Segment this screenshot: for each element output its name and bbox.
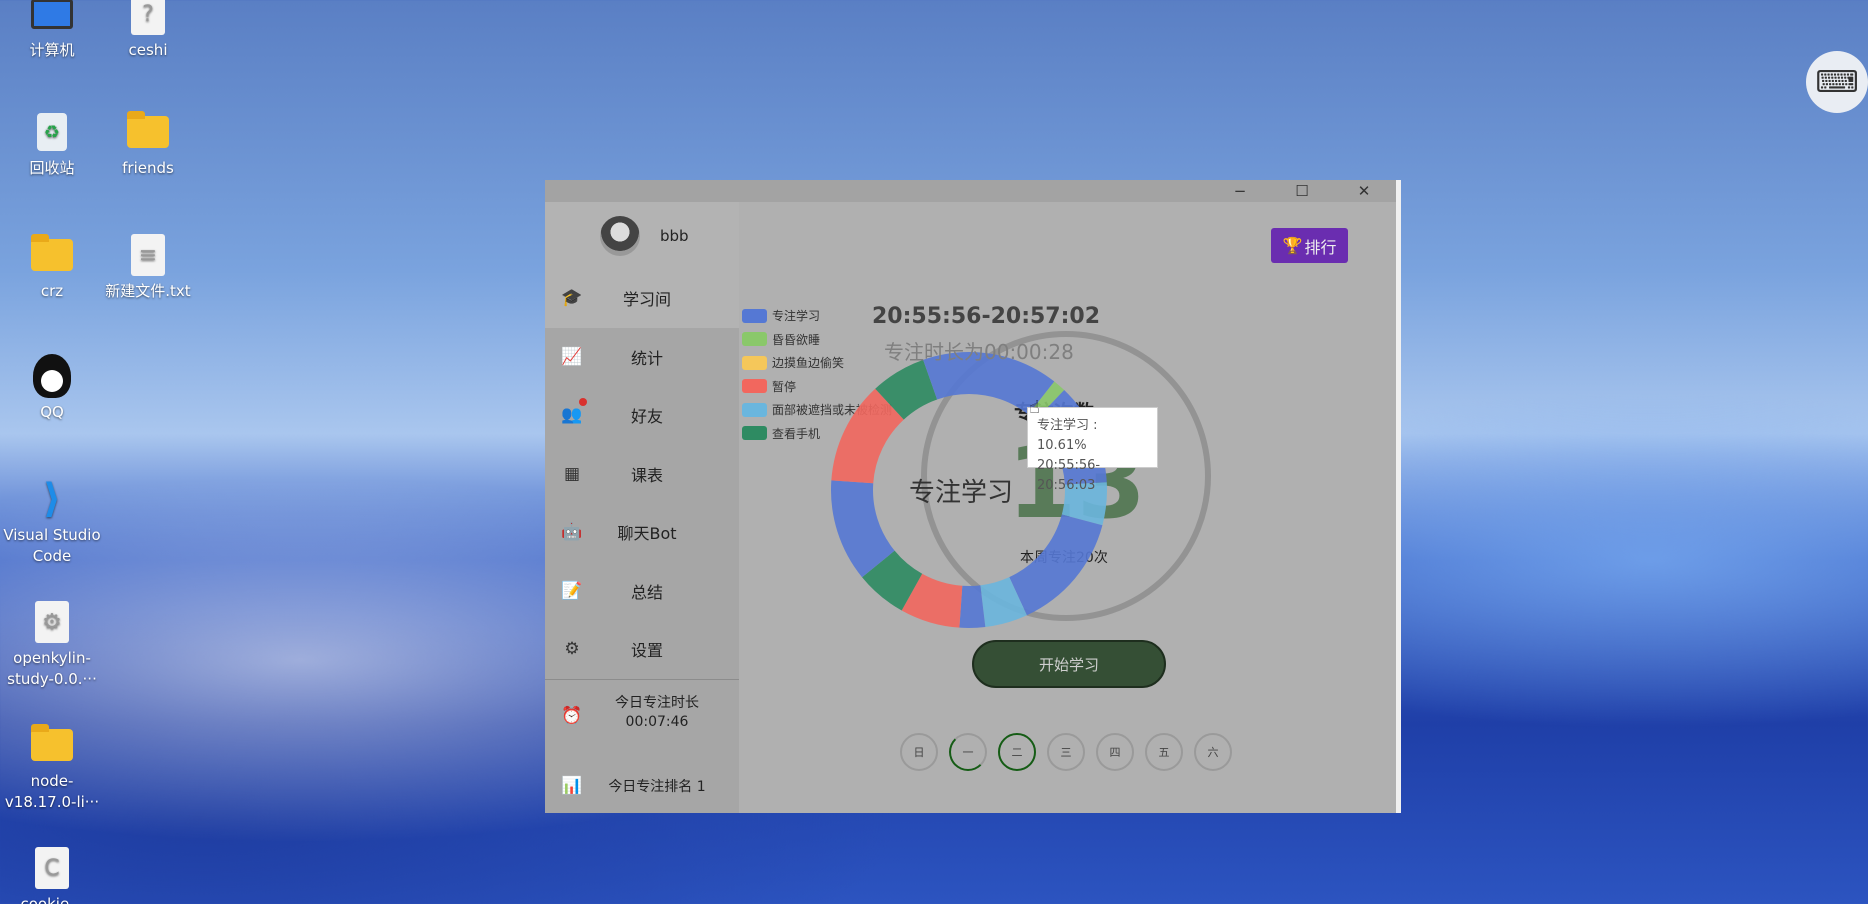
session-time-range: 20:55:56-20:57:02: [872, 304, 1101, 329]
desktop-icon-label: crz: [40, 282, 64, 300]
sidebar-item-timetable[interactable]: ▦ 课表: [545, 445, 739, 504]
legend-label: 昏昏欲睡: [772, 332, 821, 347]
desktop-icon-node[interactable]: node-v18.17.0-li···: [2, 723, 102, 813]
weekday-fri[interactable]: 五: [1145, 733, 1183, 771]
ranking-button[interactable]: 🏆 排行: [1271, 228, 1348, 263]
computer-icon: [31, 0, 73, 29]
today-focus-value: 00:07:46: [625, 714, 689, 730]
vscode-icon: ⟩: [42, 476, 62, 522]
desktop-icon-label: Visual Studio Code: [3, 526, 101, 565]
donut-segment[interactable]: [1009, 514, 1103, 616]
legend-swatch: [742, 332, 767, 347]
tooltip-line-2: 20:55:56-20:56:03: [1037, 458, 1101, 493]
legend-label: 专注学习: [772, 309, 821, 324]
chart-icon: 📈: [561, 346, 583, 367]
weekday-sun[interactable]: 日: [900, 733, 938, 771]
close-button[interactable]: ✕: [1334, 180, 1394, 202]
sidebar-item-summary[interactable]: 📝 总结: [545, 562, 739, 621]
legend-swatch: [742, 355, 767, 370]
bar-chart-icon: 📊: [561, 776, 583, 796]
sidebar-item-statistics[interactable]: 📈 统计: [545, 328, 739, 387]
desktop-icon-qq[interactable]: QQ: [2, 354, 102, 423]
legend-swatch: [742, 379, 767, 394]
desktop-icon-openkylin-study[interactable]: ⚙ openkylin-study-0.0.···: [2, 600, 102, 690]
legend-swatch: [742, 426, 767, 441]
desktop-icon-label: ceshi: [128, 41, 168, 59]
graduation-cap-icon: 🎓: [561, 288, 583, 309]
folder-icon: [31, 724, 73, 761]
legend-item[interactable]: 昏昏欲睡: [742, 328, 892, 352]
trophy-icon: 🏆: [1282, 236, 1303, 255]
recycle-bin-icon: ♻: [37, 113, 67, 151]
window-titlebar[interactable]: − ☐ ✕: [545, 180, 1401, 202]
today-focus-rank: 📊 今日专注排名 1: [545, 768, 739, 804]
tooltip-line-1: 专注学习 : 10.61%: [1037, 418, 1098, 453]
today-focus-time: ⏰ 今日专注时长 00:07:46: [545, 694, 739, 744]
desktop-icon-recycle-bin[interactable]: ♻ 回收站: [2, 110, 102, 179]
username: bbb: [660, 226, 689, 245]
keyboard-icon: ⌨: [1815, 64, 1859, 100]
timetable-icon: ▦: [563, 463, 581, 484]
user-profile[interactable]: bbb: [545, 202, 739, 269]
minimize-button[interactable]: −: [1210, 180, 1270, 202]
maximize-button[interactable]: ☐: [1272, 180, 1332, 202]
weekday-wed[interactable]: 三: [1047, 733, 1085, 771]
robot-icon: 🤖: [561, 522, 583, 543]
ranking-button-label: 排行: [1304, 237, 1337, 257]
desktop-icon-label: friends: [122, 159, 174, 177]
sidebar-item-friends[interactable]: 👥 好友: [545, 386, 739, 445]
virtual-keyboard-button[interactable]: ⌨: [1806, 51, 1868, 113]
qq-penguin-icon: [33, 354, 71, 398]
weekday-thu[interactable]: 四: [1096, 733, 1134, 771]
session-duration: 专注时长为00:00:28: [884, 340, 1074, 364]
desktop-icon-label: node-v18.17.0-li···: [4, 772, 100, 811]
today-focus-label: 今日专注时长: [615, 695, 699, 711]
alarm-clock-icon: ⏰: [561, 706, 583, 726]
sidebar: bbb 🎓 学习间 📈 统计 👥 好友 ▦ 课表 🤖 聊天Bot 📝 总结 ⚙: [545, 202, 739, 813]
desktop-icon-vscode[interactable]: ⟩ Visual Studio Code: [2, 477, 102, 567]
legend-label: 暂停: [772, 379, 797, 394]
avatar[interactable]: [600, 215, 640, 256]
desktop-icon-label: openkylin-study-0.0.···: [7, 649, 97, 688]
desktop-icon-ceshi[interactable]: ? ceshi: [98, 0, 198, 61]
sidebar-item-settings[interactable]: ⚙ 设置: [545, 620, 739, 679]
chart-tooltip: 专注学习 : 10.61% 20:55:56-20:56:03: [1027, 407, 1158, 493]
c-file-icon: C: [35, 847, 69, 889]
users-icon: 👥: [561, 405, 583, 426]
desktop-icon-label: cookie...: [20, 895, 84, 904]
legend-label: 查看手机: [772, 426, 821, 441]
desktop-icon-computer[interactable]: 计算机: [2, 0, 102, 61]
desktop-icon-label: QQ: [40, 403, 64, 421]
window-edge: [1396, 180, 1401, 813]
text-file-icon: ≡: [131, 234, 165, 276]
desktop-icon-friends[interactable]: friends: [98, 110, 198, 179]
sidebar-item-chatbot[interactable]: 🤖 聊天Bot: [545, 503, 739, 562]
gear-icon: ⚙: [564, 639, 580, 660]
hand-cursor-icon: ☝: [1029, 397, 1040, 418]
main-panel: 🏆 排行 专注学习昏昏欲睡边摸鱼边偷笑暂停面部被遮挡或未被检测查看手机 13 专…: [739, 202, 1401, 813]
folder-icon: [127, 111, 169, 148]
desktop-icon-cookie[interactable]: C cookie...: [2, 846, 102, 904]
weekday-sat[interactable]: 六: [1194, 733, 1232, 771]
start-study-button[interactable]: 开始学习: [972, 640, 1166, 688]
sidebar-item-study-room[interactable]: 🎓 学习间: [545, 269, 739, 328]
weekday-tue[interactable]: 二: [998, 733, 1036, 771]
desktop-icon-label: 回收站: [29, 159, 75, 177]
notification-dot: [579, 398, 587, 406]
desktop-icon-label: 计算机: [29, 41, 75, 59]
legend-swatch: [742, 308, 767, 323]
home-folder-icon: [31, 234, 73, 271]
desktop-icon-crz[interactable]: crz: [2, 233, 102, 302]
sidebar-divider: [545, 679, 739, 680]
calendar-edit-icon: 📝: [561, 580, 583, 601]
legend-swatch: [742, 402, 767, 417]
desktop-icon-label: 新建文件.txt: [105, 282, 191, 300]
donut-center-label: 专注学习: [909, 478, 1014, 508]
desktop-icon-new-text-file[interactable]: ≡ 新建文件.txt: [98, 233, 198, 302]
weekday-mon[interactable]: 一: [949, 733, 987, 771]
legend-item[interactable]: 专注学习: [742, 304, 892, 328]
unknown-file-icon: ?: [131, 0, 165, 35]
study-app-window: − ☐ ✕ bbb 🎓 学习间 📈 统计 👥 好友 ▦ 课表 🤖 聊天Bot 📝…: [545, 180, 1401, 813]
settings-file-icon: ⚙: [35, 601, 69, 643]
